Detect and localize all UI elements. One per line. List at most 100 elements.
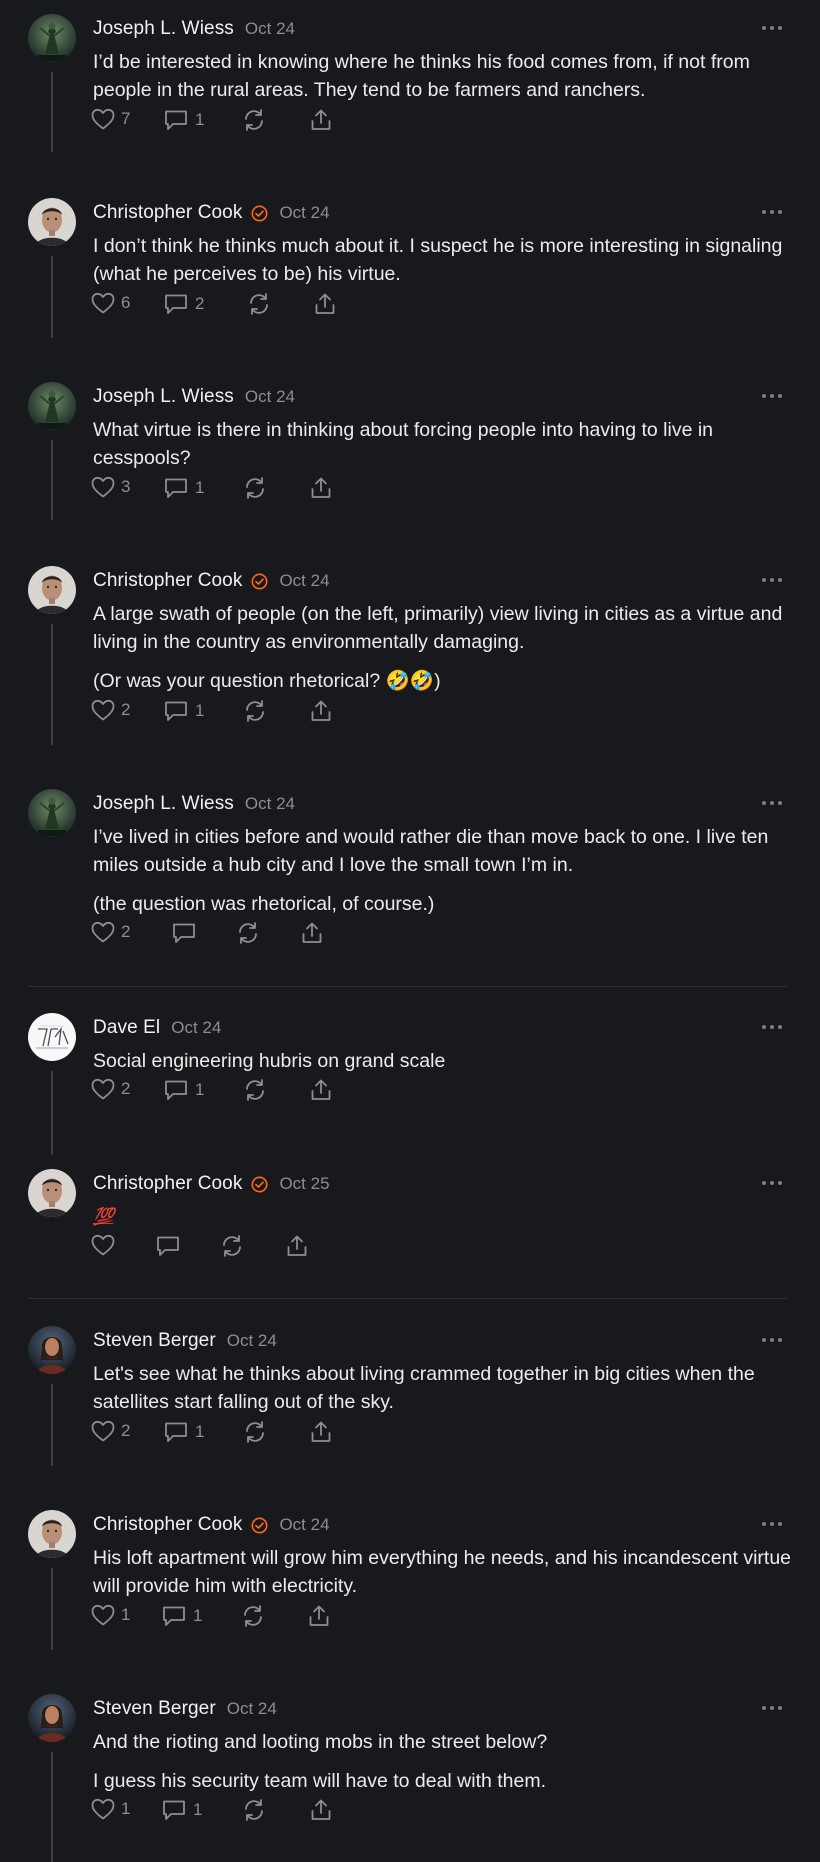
man-portrait-avatar[interactable] xyxy=(28,1169,76,1217)
more-options-icon[interactable] xyxy=(762,204,782,220)
comment-date[interactable]: Oct 24 xyxy=(227,1331,277,1351)
comment-date[interactable]: Oct 24 xyxy=(245,387,295,407)
thread-line[interactable] xyxy=(51,440,53,520)
thread-line[interactable] xyxy=(51,1071,53,1155)
comment-date[interactable]: Oct 25 xyxy=(279,1174,329,1194)
restack-button[interactable] xyxy=(247,292,271,316)
author-name[interactable]: Joseph L. Wiess xyxy=(93,18,234,40)
like-button[interactable]: 2 xyxy=(91,1078,130,1100)
heart-icon xyxy=(91,1604,115,1626)
thread-line[interactable] xyxy=(51,1752,53,1862)
reply-button[interactable]: 2 xyxy=(163,292,204,316)
thread-line[interactable] xyxy=(51,624,53,745)
comment-header: Christopher Cook Oct 24 xyxy=(93,1512,330,1538)
comment-bubble-icon xyxy=(163,108,189,132)
comment-body: 💯 xyxy=(93,1203,793,1242)
more-options-icon[interactable] xyxy=(762,1516,782,1532)
comment-date[interactable]: Oct 24 xyxy=(279,1515,329,1535)
reply-button[interactable] xyxy=(171,921,197,945)
comment-date[interactable]: Oct 24 xyxy=(279,571,329,591)
restack-icon xyxy=(220,1234,244,1258)
comment-date[interactable]: Oct 24 xyxy=(245,19,295,39)
more-options-icon[interactable] xyxy=(762,572,782,588)
like-button[interactable]: 2 xyxy=(91,699,130,721)
reply-button[interactable]: 1 xyxy=(161,1798,202,1822)
more-options-icon[interactable] xyxy=(762,795,782,811)
comment-date[interactable]: Oct 24 xyxy=(227,1699,277,1719)
painted-portrait-avatar[interactable] xyxy=(28,1326,76,1374)
comment-paragraph: Social engineering hubris on grand scale xyxy=(93,1050,446,1072)
share-button[interactable] xyxy=(309,1078,333,1102)
man-portrait-avatar[interactable] xyxy=(28,198,76,246)
thread-line[interactable] xyxy=(51,72,53,152)
share-button[interactable] xyxy=(309,108,333,132)
reply-button[interactable]: 1 xyxy=(163,108,204,132)
reply-count: 1 xyxy=(195,478,205,497)
share-button[interactable] xyxy=(300,921,324,945)
share-button[interactable] xyxy=(309,699,333,723)
restack-button[interactable] xyxy=(242,108,266,132)
heart-icon xyxy=(91,1234,115,1256)
comment: Christopher Cook Oct 24 I don’t think he t… xyxy=(0,198,820,338)
restack-button[interactable] xyxy=(243,476,267,500)
author-name[interactable]: Joseph L. Wiess xyxy=(93,793,234,815)
comment-date[interactable]: Oct 24 xyxy=(245,794,295,814)
like-button[interactable]: 2 xyxy=(91,1420,130,1442)
more-options-icon[interactable] xyxy=(762,1019,782,1035)
sketch-logo-avatar[interactable] xyxy=(28,1013,76,1061)
share-button[interactable] xyxy=(309,1798,333,1822)
like-button[interactable] xyxy=(91,1234,115,1256)
author-name[interactable]: Christopher Cook xyxy=(93,202,242,224)
thread-line[interactable] xyxy=(51,1384,53,1466)
author-name[interactable]: Steven Berger xyxy=(93,1330,216,1352)
author-name[interactable]: Steven Berger xyxy=(93,1698,216,1720)
share-button[interactable] xyxy=(285,1234,309,1258)
like-button[interactable]: 1 xyxy=(91,1604,130,1626)
restack-button[interactable] xyxy=(242,1798,266,1822)
man-portrait-avatar[interactable] xyxy=(28,1510,76,1558)
reply-button[interactable]: 1 xyxy=(163,1078,204,1102)
like-button[interactable]: 6 xyxy=(91,292,130,314)
comment-date[interactable]: Oct 24 xyxy=(171,1018,221,1038)
thread-line[interactable] xyxy=(51,256,53,338)
heart-icon xyxy=(91,1078,115,1100)
restack-button[interactable] xyxy=(220,1234,244,1258)
reply-button[interactable]: 1 xyxy=(163,1420,204,1444)
like-button[interactable]: 7 xyxy=(91,108,130,130)
author-name[interactable]: Christopher Cook xyxy=(93,1514,242,1536)
restack-button[interactable] xyxy=(243,699,267,723)
comment-date[interactable]: Oct 24 xyxy=(279,203,329,223)
restack-button[interactable] xyxy=(243,1078,267,1102)
more-options-icon[interactable] xyxy=(762,1175,782,1191)
restack-button[interactable] xyxy=(241,1604,265,1628)
thread-line[interactable] xyxy=(51,1568,53,1650)
more-options-icon[interactable] xyxy=(762,1332,782,1348)
man-portrait-avatar[interactable] xyxy=(28,566,76,614)
share-button[interactable] xyxy=(309,476,333,500)
author-name[interactable]: Joseph L. Wiess xyxy=(93,386,234,408)
like-button[interactable]: 3 xyxy=(91,476,130,498)
green-warrior-avatar[interactable] xyxy=(28,789,76,837)
share-button[interactable] xyxy=(307,1604,331,1628)
more-options-icon[interactable] xyxy=(762,20,782,36)
painted-portrait-avatar[interactable] xyxy=(28,1694,76,1742)
like-button[interactable]: 1 xyxy=(91,1798,130,1820)
author-name[interactable]: Christopher Cook xyxy=(93,570,242,592)
restack-button[interactable] xyxy=(236,921,260,945)
reply-button[interactable] xyxy=(155,1234,181,1258)
share-button[interactable] xyxy=(309,1420,333,1444)
like-button[interactable]: 2 xyxy=(91,921,130,943)
more-options-icon[interactable] xyxy=(762,1700,782,1716)
green-warrior-avatar[interactable] xyxy=(28,14,76,62)
restack-button[interactable] xyxy=(243,1420,267,1444)
share-icon xyxy=(309,699,333,723)
more-options-icon[interactable] xyxy=(762,388,782,404)
green-warrior-avatar[interactable] xyxy=(28,382,76,430)
comment-paragraph: Let's see what he thinks about living cr… xyxy=(93,1363,755,1413)
share-button[interactable] xyxy=(313,292,337,316)
reply-button[interactable]: 1 xyxy=(163,699,204,723)
reply-button[interactable]: 1 xyxy=(161,1604,202,1628)
author-name[interactable]: Dave El xyxy=(93,1017,160,1039)
author-name[interactable]: Christopher Cook xyxy=(93,1173,242,1195)
reply-button[interactable]: 1 xyxy=(163,476,204,500)
